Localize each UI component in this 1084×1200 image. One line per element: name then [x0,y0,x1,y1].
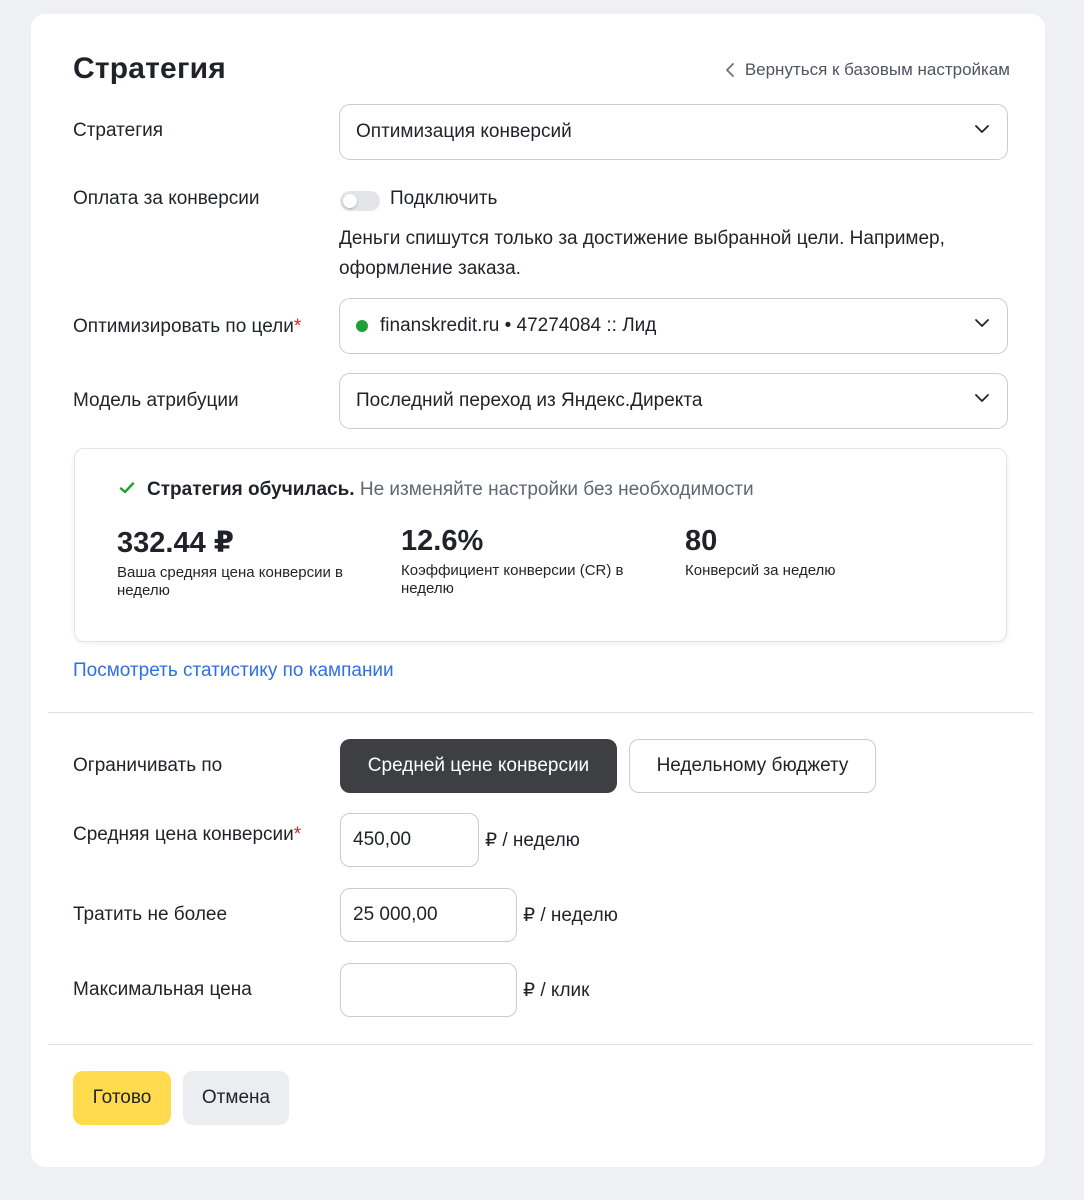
goal-select-value: finanskredit.ru • 47274084 :: Лид [380,315,657,336]
avg-cpa-label: Средняя цена конверсии* [73,824,301,846]
max-price-input[interactable] [340,963,517,1017]
strategy-select[interactable]: Оптимизация конверсий [339,104,1008,160]
status-message: Не изменяйте настройки без необходимости [359,479,754,500]
limit-by-label: Ограничивать по [73,755,223,776]
goal-status-dot [356,320,368,332]
goal-label: Оптимизировать по цели* [73,316,301,338]
attribution-select[interactable]: Последний переход из Яндекс.Директа [339,373,1008,429]
checkmark-icon [119,479,135,501]
metric-value: 80 [685,525,718,557]
metric-conversion-rate: 12.6% Коэффициент конверсии (CR) в недел… [401,525,651,598]
toggle-knob [343,194,357,208]
chevron-down-icon [973,120,991,144]
budget-label: Тратить не более [73,904,228,925]
metric-value: 12.6% [401,525,484,557]
strategy-select-value: Оптимизация конверсий [356,121,572,142]
budget-unit: ₽ / неделю [523,905,618,926]
attribution-label: Модель атрибуции [73,390,239,411]
pay-for-conversions-label: Оплата за конверсии [73,188,260,209]
metric-value: 332.44 ₽ [117,527,234,559]
chevron-down-icon [973,314,991,338]
footer-divider [48,1044,1033,1045]
strategy-label: Стратегия [73,120,164,141]
metric-caption: Ваша средняя цена конверсии в неделю [117,564,343,599]
attribution-select-value: Последний переход из Яндекс.Директа [356,390,703,411]
page-title: Стратегия [73,52,226,85]
strategy-card: Стратегия Вернуться к базовым настройкам… [31,14,1045,1167]
cancel-button[interactable]: Отмена [183,1071,289,1125]
strategy-status-panel: Стратегия обучилась. Не изменяйте настро… [74,448,1007,642]
ready-button[interactable]: Готово [73,1071,171,1125]
status-title: Стратегия обучилась. [147,479,355,500]
avg-cpa-label-text: Средняя цена конверсии [73,824,294,845]
back-to-basic-settings-link[interactable]: Вернуться к базовым настройкам [725,60,1010,80]
avg-cpa-input[interactable] [340,813,479,867]
metric-caption: Коэффициент конверсии (CR) в неделю [401,562,624,597]
limit-by-weekly-budget-button[interactable]: Недельному бюджету [629,739,876,793]
max-price-label: Максимальная цена [73,979,252,1000]
max-price-unit: ₽ / клик [523,980,590,1001]
chevron-left-icon [725,62,735,78]
chevron-down-icon [973,389,991,413]
pay-for-conversions-description: Деньги спишутся только за достижение выб… [339,228,945,279]
pay-for-conversions-toggle-label[interactable]: Подключить [390,188,497,210]
metric-avg-conversion-price: 332.44 ₽ Ваша средняя цена конверсии в н… [117,525,367,600]
limit-by-avg-cpa-button[interactable]: Средней цене конверсии [340,739,617,793]
campaign-stats-link[interactable]: Посмотреть статистику по кампании [73,660,394,682]
strategy-status-header: Стратегия обучилась. Не изменяйте настро… [119,479,754,501]
required-mark: * [293,316,302,337]
budget-input[interactable] [340,888,517,942]
avg-cpa-unit: ₽ / неделю [485,830,580,851]
goal-label-text: Оптимизировать по цели [73,316,294,337]
metric-caption: Конверсий за неделю [685,562,836,579]
required-mark: * [293,824,302,845]
pay-for-conversions-toggle[interactable] [340,191,380,211]
back-link-label: Вернуться к базовым настройкам [744,60,1010,79]
goal-select[interactable]: finanskredit.ru • 47274084 :: Лид [339,298,1008,354]
section-divider [48,712,1033,713]
metric-weekly-conversions: 80 Конверсий за неделю [685,525,935,580]
